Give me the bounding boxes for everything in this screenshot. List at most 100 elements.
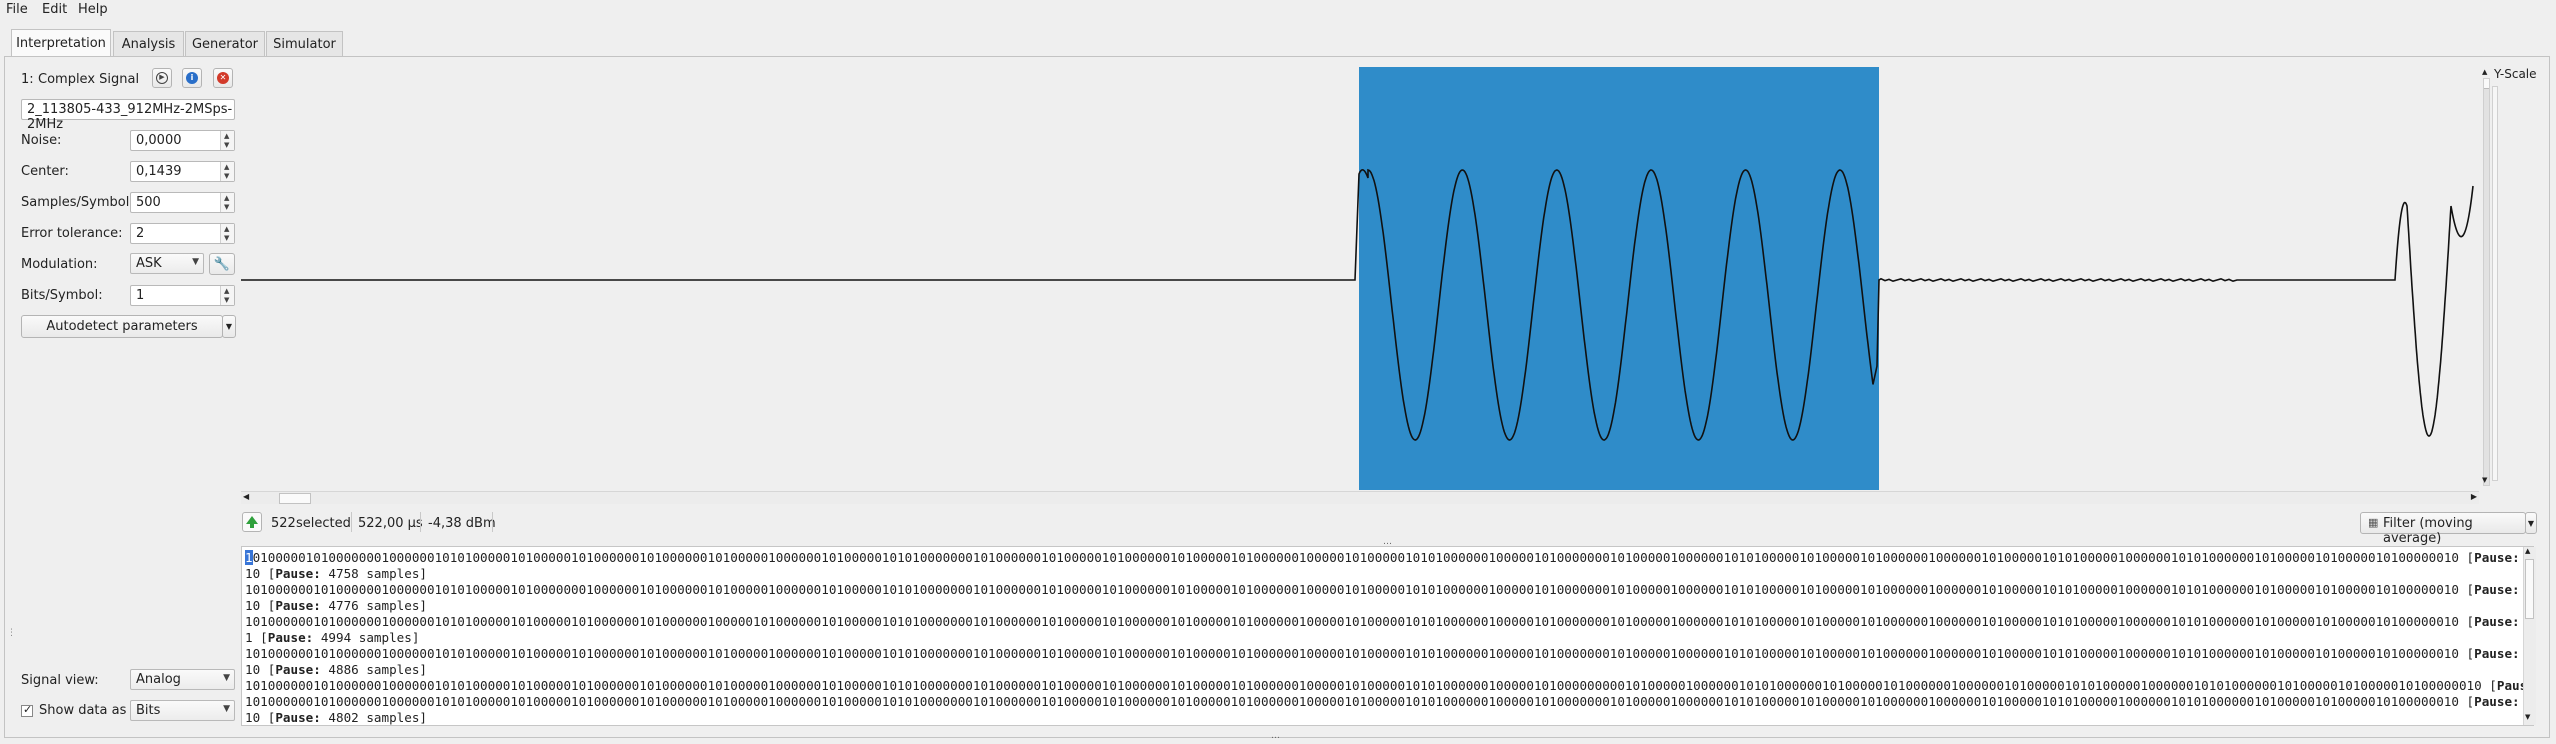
- bit-string: 0100000101000000010000001010100000101000…: [252, 550, 2475, 565]
- splitter-handle[interactable]: …: [1271, 731, 1280, 741]
- chevron-down-icon[interactable]: ▼: [2525, 713, 2530, 721]
- scrollbar-thumb[interactable]: [279, 493, 311, 504]
- autodetect-menu-button[interactable]: ▼: [222, 315, 236, 338]
- pause-label: Pause:: [2474, 582, 2520, 597]
- chevron-up-icon[interactable]: ▲: [2525, 547, 2530, 555]
- data-line[interactable]: 1010000001010000001000000101010000010100…: [245, 614, 2533, 629]
- spin-arrows-icon[interactable]: ▲ ▼: [220, 131, 234, 150]
- zoom-to-selection-button[interactable]: [242, 512, 262, 532]
- show-data-select[interactable]: Bits ▼: [130, 700, 235, 721]
- bit-string: 10 [: [245, 598, 276, 613]
- spin-arrows-icon[interactable]: ▲ ▼: [220, 193, 234, 212]
- bit-string: 1010000001010000001000000101010000010100…: [245, 582, 2475, 597]
- filter-menu-button[interactable]: ▼: [2525, 512, 2537, 534]
- error-tolerance-label: Error tolerance:: [21, 226, 123, 241]
- show-data-label: Show data as: [39, 703, 127, 718]
- data-line[interactable]: 1 [Pause: 4994 samples]: [245, 630, 419, 645]
- y-scale-track[interactable]: [2492, 86, 2498, 481]
- chevron-down-icon: ▼: [225, 322, 233, 331]
- data-line[interactable]: 1010000001010000001000000101010000010100…: [245, 678, 2533, 693]
- pause-label: Pause:: [275, 598, 321, 613]
- y-scale-slider[interactable]: [2483, 78, 2490, 486]
- signal-view[interactable]: [241, 66, 2479, 490]
- filename-field[interactable]: 2_113805-433_912MHz-2MSps-2MHz: [21, 99, 235, 132]
- chevron-down-icon: ▼: [192, 257, 199, 267]
- menu-help[interactable]: Help: [78, 2, 108, 17]
- data-line[interactable]: 10 [Pause: 4886 samples]: [245, 662, 427, 677]
- pause-label: Pause:: [2474, 550, 2520, 565]
- data-line[interactable]: 1010000001010000001000000101010000010100…: [245, 582, 2533, 597]
- bit-string: 1010000001010000001000000101010000010100…: [245, 646, 2475, 661]
- noise-label: Noise:: [21, 133, 62, 148]
- filter-icon: ▦: [2368, 516, 2379, 529]
- signal-name[interactable]: Complex Signal: [38, 72, 139, 87]
- info-icon: i: [186, 72, 198, 84]
- status-separator: [492, 512, 493, 532]
- check-icon: ✓: [23, 703, 33, 716]
- bit-string: 1010000001010000001000000101010000010100…: [245, 614, 2475, 629]
- tab-generator[interactable]: Generator: [185, 31, 265, 56]
- data-line[interactable]: 1010000001010000001000000101010000010100…: [245, 646, 2533, 661]
- menu-file[interactable]: File: [6, 2, 28, 17]
- bit-string: 1010000001010000001000000101010000010100…: [245, 694, 2475, 709]
- data-line[interactable]: 10 [Pause: 4758 samples]: [245, 566, 427, 581]
- tab-simulator[interactable]: Simulator: [266, 31, 343, 56]
- data-line[interactable]: 1010000010100000001000000101010000010100…: [245, 550, 2533, 565]
- data-line[interactable]: 10 [Pause: 4776 samples]: [245, 598, 427, 613]
- data-line[interactable]: 10 [Pause: 4802 samples]: [245, 710, 427, 725]
- noise-spinbox[interactable]: 0,0000 ▲ ▼: [130, 130, 235, 151]
- error-tolerance-spinbox[interactable]: 2 ▲ ▼: [130, 223, 235, 244]
- chevron-down-icon: ▼: [2482, 476, 2488, 484]
- pause-label: Pause:: [267, 630, 314, 645]
- protocol-data-textarea[interactable]: 1010000010100000001000000101010000010100…: [241, 546, 2534, 726]
- bit-string: 10 [: [245, 566, 276, 581]
- show-signal-button[interactable]: ▶: [152, 68, 172, 88]
- center-spinbox[interactable]: 0,1439 ▲ ▼: [130, 161, 235, 182]
- show-data-checkbox[interactable]: ✓: [21, 703, 33, 717]
- pause-value: 4994 samples]: [313, 630, 420, 645]
- scrollbar-thumb[interactable]: [2525, 559, 2534, 619]
- bit-string: 10 [: [245, 710, 276, 725]
- status-separator: [351, 512, 352, 532]
- slider-handle[interactable]: [2484, 79, 2489, 89]
- pause-value: 4758 samples]: [320, 566, 427, 581]
- center-label: Center:: [21, 164, 69, 179]
- selection-status-bar: 522 selected 522,00 µs -4,38 dBm ▦ Filte…: [239, 509, 2539, 546]
- selected-count: 522: [271, 516, 296, 531]
- chevron-left-icon[interactable]: ◀: [243, 492, 249, 501]
- waveform-line: [241, 168, 2474, 441]
- pause-label: Pause:: [275, 662, 321, 677]
- autodetect-parameters-button[interactable]: Autodetect parameters: [21, 315, 223, 338]
- splitter-handle[interactable]: ⋮: [7, 628, 16, 640]
- modulation-select[interactable]: ASK ▼: [130, 253, 204, 274]
- tab-analysis[interactable]: Analysis: [113, 31, 184, 56]
- signal-index: 1:: [21, 72, 34, 87]
- filter-button[interactable]: ▦ Filter (moving average): [2360, 512, 2526, 546]
- signal-view-label: Signal view:: [21, 673, 99, 688]
- waveform-graph: [241, 67, 2474, 490]
- signal-horizontal-scrollbar[interactable]: ◀ ▶: [241, 491, 2479, 504]
- samples-per-symbol-spinbox[interactable]: 500 ▲ ▼: [130, 192, 235, 213]
- modulation-settings-button[interactable]: 🔧: [209, 253, 235, 275]
- y-scale-label: Y-Scale: [2494, 67, 2537, 81]
- y-scale-panel: ▲ Y-Scale ▼: [2480, 66, 2550, 496]
- chevron-down-icon: ▼: [2527, 518, 2535, 528]
- pause-value: 4802 samples]: [320, 710, 427, 725]
- signal-view-select[interactable]: Analog ▼: [130, 669, 235, 690]
- selection-region[interactable]: [1359, 67, 1879, 490]
- bits-per-symbol-spinbox[interactable]: 1 ▲ ▼: [130, 285, 235, 306]
- pause-label: Pause:: [2474, 694, 2520, 709]
- chevron-right-icon[interactable]: ▶: [2471, 492, 2477, 501]
- spin-arrows-icon[interactable]: ▲ ▼: [220, 286, 234, 305]
- chevron-up-icon: ▲: [2482, 68, 2488, 76]
- menu-bar: File Edit Help: [0, 0, 2556, 20]
- demodulated-bits[interactable]: 1010000010100000001000000101010000010100…: [242, 547, 2533, 725]
- text-vertical-scrollbar[interactable]: ▲ ▼: [2523, 547, 2536, 725]
- spin-arrows-icon[interactable]: ▲ ▼: [220, 224, 234, 243]
- spin-arrows-icon[interactable]: ▲ ▼: [220, 162, 234, 181]
- menu-edit[interactable]: Edit: [42, 2, 67, 17]
- info-button[interactable]: i: [182, 68, 202, 88]
- data-line[interactable]: 1010000001010000001000000101010000010100…: [245, 694, 2533, 709]
- tab-interpretation[interactable]: Interpretation: [11, 29, 111, 57]
- close-signal-button[interactable]: ✕: [213, 68, 233, 88]
